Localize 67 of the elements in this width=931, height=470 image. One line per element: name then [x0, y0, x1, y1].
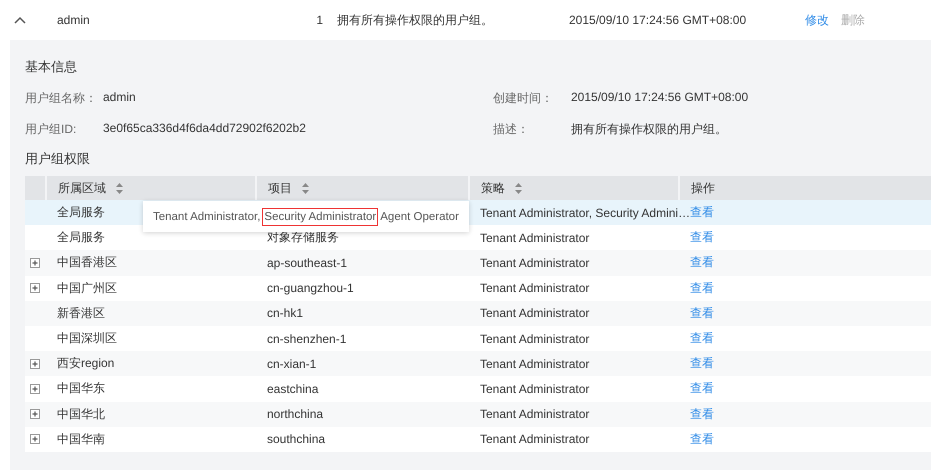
- field-label: 用户组ID:: [25, 121, 78, 138]
- expand-icon[interactable]: [30, 283, 40, 294]
- field-value: 2015/09/10 17:24:56 GMT+08:00: [571, 90, 750, 106]
- section-title: 基本信息: [25, 58, 78, 76]
- policy-text: Tenant Administrator: [480, 332, 590, 346]
- expand-icon[interactable]: [30, 258, 40, 268]
- policy-text: Tenant Administrator, Security Admini…: [480, 206, 690, 220]
- project-text: northchina: [267, 407, 324, 422]
- policy-text: Tenant Administrator: [480, 356, 590, 371]
- expand-icon[interactable]: [30, 434, 40, 444]
- policy-text: Tenant Administrator: [480, 281, 590, 296]
- view-link[interactable]: 查看: [690, 304, 714, 322]
- project-text: cn-shenzhen-1: [267, 332, 346, 346]
- view-link[interactable]: 查看: [690, 355, 714, 372]
- project-text: cn-hk1: [267, 306, 304, 320]
- policy-text: Tenant Administrator: [480, 432, 590, 446]
- field-value: admin: [103, 90, 137, 106]
- view-link[interactable]: 查看: [690, 254, 714, 272]
- field-value: 拥有所有操作权限的用户组。: [571, 121, 728, 138]
- expand-icon[interactable]: [30, 384, 40, 394]
- caret-icon[interactable]: [14, 16, 26, 24]
- view-link[interactable]: 查看: [690, 204, 714, 222]
- field-label: 创建时间：: [493, 90, 554, 107]
- region-text: 全局服务: [57, 229, 105, 246]
- region-text: 西安region: [57, 355, 114, 372]
- project-text: cn-xian-1: [267, 356, 316, 371]
- field-label: 描述：: [493, 121, 530, 138]
- policy-text: Tenant Administrator: [480, 230, 590, 245]
- field-value: 3e0f65ca336d4f6da4dd72902f6202b2: [103, 121, 307, 137]
- region-text: 中国华南: [57, 430, 105, 448]
- member-count: 1: [316, 13, 324, 27]
- project-text: 对象存储服务: [267, 229, 339, 246]
- sort-icon[interactable]: [116, 182, 123, 194]
- project-text: ap-southeast-1: [267, 256, 348, 270]
- project-text: cn-guangzhou-1: [267, 281, 354, 296]
- created-time: 2015/09/10 17:24:56 GMT+08:00: [569, 13, 748, 27]
- field-label: 用户组名称：: [25, 90, 98, 107]
- region-text: 新香港区: [57, 304, 105, 322]
- region-text: 中国华北: [57, 406, 105, 423]
- sort-icon[interactable]: [515, 182, 522, 194]
- group-name: admin: [57, 13, 91, 27]
- view-link[interactable]: 查看: [690, 229, 714, 246]
- project-text: southchina: [267, 432, 326, 446]
- region-text: 全局服务: [57, 204, 105, 222]
- expand-icon[interactable]: [30, 358, 40, 369]
- project-text: eastchina: [267, 382, 318, 396]
- expand-icon[interactable]: [30, 409, 40, 420]
- policy-text: Tenant Administrator: [480, 407, 590, 422]
- policy-text: Tenant Administrator: [480, 382, 590, 396]
- policy-text: Tenant Administrator: [480, 256, 590, 270]
- section-title: 用户组权限: [25, 150, 91, 168]
- region-text: 中国香港区: [57, 254, 117, 272]
- tooltip-text: Security Administrator: [262, 208, 378, 226]
- view-link[interactable]: 查看: [690, 406, 714, 423]
- tooltip-text: Agent Operator: [379, 210, 460, 222]
- sort-icon[interactable]: [302, 182, 309, 194]
- view-link[interactable]: 查看: [690, 330, 714, 348]
- tooltip-text: Tenant Administrator,: [152, 210, 262, 222]
- region-text: 中国华东: [57, 380, 105, 398]
- group-description: 拥有所有操作权限的用户组。: [336, 12, 494, 28]
- view-link[interactable]: 查看: [690, 430, 714, 448]
- view-link[interactable]: 查看: [690, 280, 714, 297]
- action-link[interactable]: 修改: [805, 12, 829, 28]
- region-text: 中国深圳区: [57, 330, 117, 348]
- view-link[interactable]: 查看: [690, 380, 714, 398]
- region-text: 中国广州区: [57, 280, 117, 297]
- policy-text: Tenant Administrator: [480, 306, 590, 320]
